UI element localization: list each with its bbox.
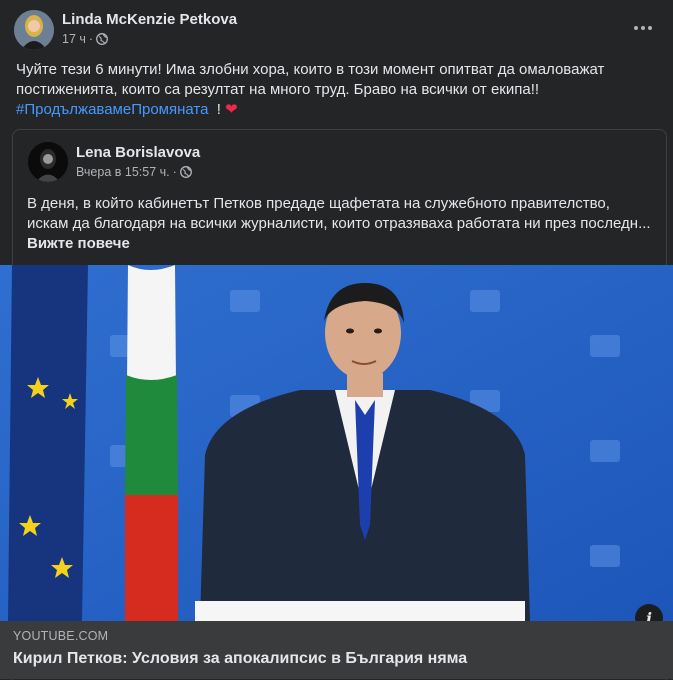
shared-author-name[interactable]: Lena Borislavova — [76, 144, 200, 161]
post-body: Чуйте тези 6 минути! Има злобни хора, ко… — [16, 61, 605, 98]
hashtag-link[interactable]: #ПродължавамеПромяната — [16, 101, 208, 118]
author-name[interactable]: Linda McKenzie Petkova — [62, 11, 237, 28]
link-preview[interactable]: YOUTUBE.COM Кирил Петков: Условия за апо… — [0, 621, 673, 679]
shared-meta: Вчера в 15:57 ч. · — [76, 165, 192, 179]
separator: · — [172, 165, 177, 179]
globe-icon[interactable] — [96, 33, 109, 45]
post-meta: 17 ч · — [62, 32, 109, 46]
globe-icon[interactable] — [179, 166, 192, 178]
post-header: Linda McKenzie Petkova 17 ч · — [0, 0, 673, 58]
shared-body: В деня, в който кабинетът Петков предаде… — [27, 195, 651, 232]
post-tail: ! — [216, 101, 221, 118]
link-domain: YOUTUBE.COM — [13, 629, 109, 643]
see-more-link[interactable]: Вижте повече — [27, 235, 130, 252]
shared-post-text: В деня, в който кабинетът Петков предаде… — [27, 194, 655, 254]
avatar[interactable] — [14, 10, 54, 50]
shared-avatar[interactable] — [28, 142, 68, 182]
post-text: Чуйте тези 6 минути! Има злобни хора, ко… — [16, 60, 656, 120]
post-time[interactable]: 17 ч — [62, 32, 86, 46]
more-options-button[interactable] — [625, 14, 661, 42]
shared-time[interactable]: Вчера в 15:57 ч. — [76, 165, 170, 179]
link-title[interactable]: Кирил Петков: Условия за апокалипсис в Б… — [13, 650, 467, 668]
video-thumbnail[interactable] — [0, 265, 673, 621]
separator: · — [88, 32, 94, 46]
heart-emoji: ❤ — [225, 101, 238, 118]
shared-post-header: Lena Borislavova Вчера в 15:57 ч. · — [13, 130, 666, 190]
more-horizontal-icon — [634, 26, 652, 30]
